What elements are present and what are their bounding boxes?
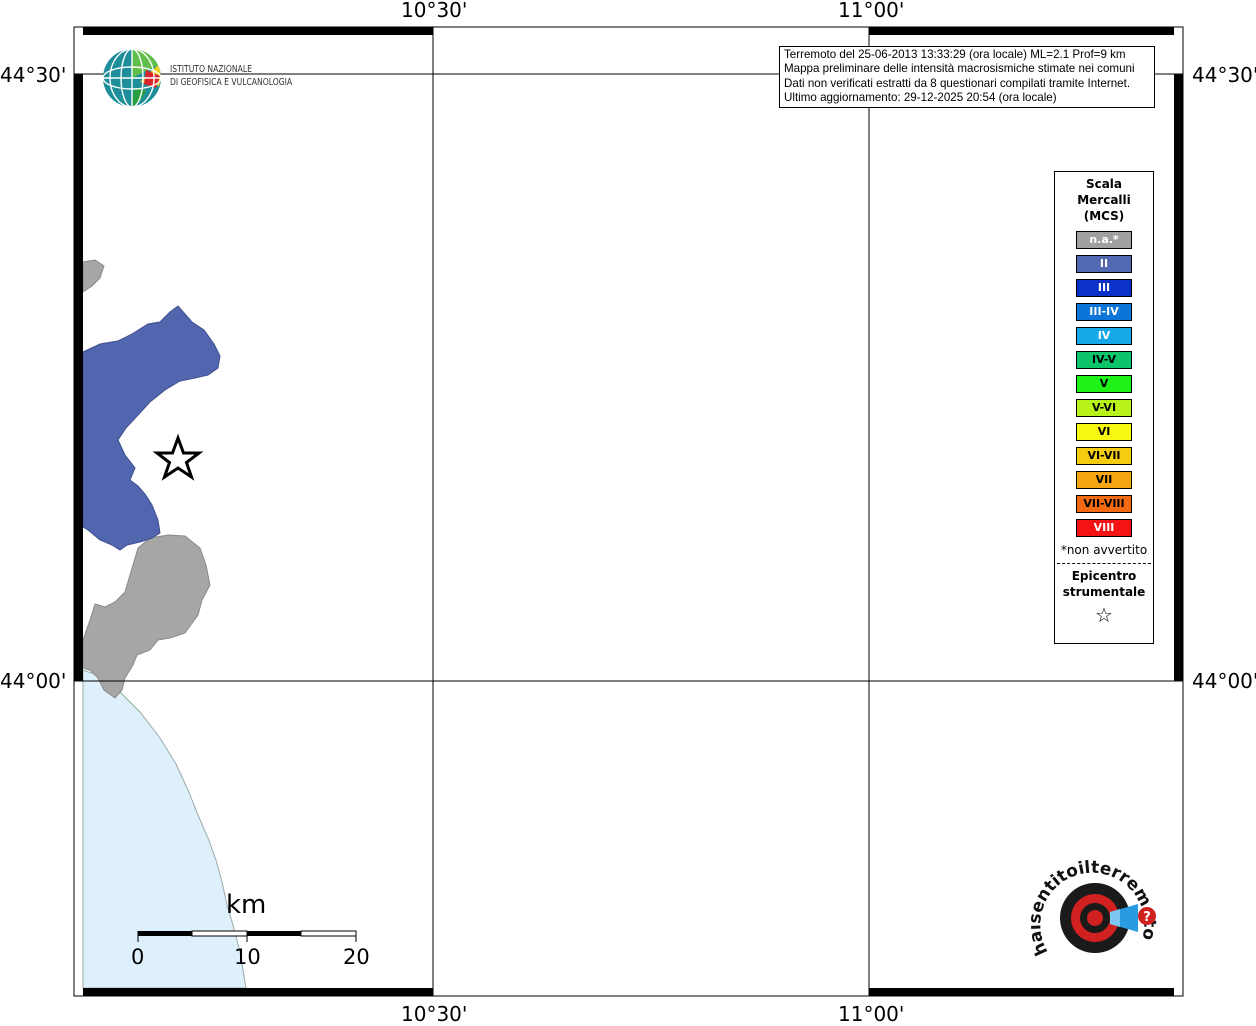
legend-swatch-v: V (1076, 375, 1132, 393)
lat-label-right-1: 44°30' (1192, 63, 1256, 87)
scale-tick-10: 10 (234, 945, 261, 969)
ingv-globe-logo (102, 48, 162, 108)
lat-label-left-1: 44°30' (0, 63, 67, 87)
lon-label-bottom-1: 10°30' (401, 1002, 468, 1026)
lon-label-bottom-2: 11°00' (838, 1002, 905, 1026)
legend-swatch-vii: VII (1076, 471, 1132, 489)
haisentito-logo: haisentitoilterremoto.it www. ? (1030, 860, 1159, 959)
lat-label-right-2: 44°00' (1192, 669, 1256, 693)
legend-swatch-ii: II (1076, 255, 1132, 273)
event-info-line4: Ultimo aggiornamento: 29-12-2025 20:54 (… (784, 90, 1057, 104)
legend-epicenter-label: Epicentro strumentale (1055, 568, 1153, 600)
ingv-institute-name: ISTITUTO NAZIONALE DI GEOFISICA E VULCAN… (170, 64, 292, 89)
legend-epicenter-line1: Epicentro (1071, 569, 1137, 583)
legend-swatch-vi: VI (1076, 423, 1132, 441)
haisentito-question: ? (1143, 910, 1151, 925)
legend-swatch-iv-v: IV-V (1076, 351, 1132, 369)
ingv-name-line1: ISTITUTO NAZIONALE (170, 64, 252, 75)
legend-title-line3: (MCS) (1083, 209, 1125, 223)
legend-swatches: n.a.* II III III-IV IV IV-V V V-VI VI VI-VII VII VI… (1055, 231, 1153, 537)
legend-swatch-iii-iv: III-IV (1076, 303, 1132, 321)
event-info-box: Terremoto del 25-06-2013 13:33:29 (ora l… (779, 46, 1155, 108)
ingv-name-line2: DI GEOFISICA E VULCANOLOGIA (170, 76, 293, 88)
legend-separator (1057, 563, 1151, 564)
event-info-line3: Dati non verificati estratti da 8 questi… (784, 76, 1131, 90)
scale-tick-0: 0 (131, 945, 145, 969)
legend-star-icon: ☆ (1095, 603, 1113, 627)
legend-swatch-iv: IV (1076, 327, 1132, 345)
legend-swatch-vi-vii: VI-VII (1076, 447, 1132, 465)
lon-label-top-1: 10°30' (401, 0, 468, 22)
lon-label-top-2: 11°00' (838, 0, 905, 22)
legend-swatch-vii-viii: VII-VIII (1076, 495, 1132, 513)
event-info-line2: Mappa preliminare delle intensità macros… (784, 62, 1135, 76)
legend-note: *non avvertito (1060, 543, 1148, 557)
legend-title: Scala Mercalli (MCS) (1055, 176, 1153, 224)
scale-tick-20: 20 (343, 945, 370, 969)
scale-unit: km (226, 890, 267, 920)
legend-title-line1: Scala (1085, 177, 1123, 191)
event-info-line1: Terremoto del 25-06-2013 13:33:29 (ora l… (784, 48, 1126, 61)
mcs-legend: Scala Mercalli (MCS) n.a.* II III III-IV IV I… (1054, 171, 1154, 644)
lat-label-left-2: 44°00' (0, 669, 67, 693)
legend-title-line2: Mercalli (1077, 193, 1131, 207)
legend-epicenter-line2: strumentale (1062, 585, 1146, 599)
legend-swatch-n-a: n.a.* (1076, 231, 1132, 249)
map-frame (74, 27, 1183, 996)
legend-swatch-iii: III (1076, 279, 1132, 297)
legend-swatch-v-vi: V-VI (1076, 399, 1132, 417)
legend-swatch-viii: VIII (1076, 519, 1132, 537)
